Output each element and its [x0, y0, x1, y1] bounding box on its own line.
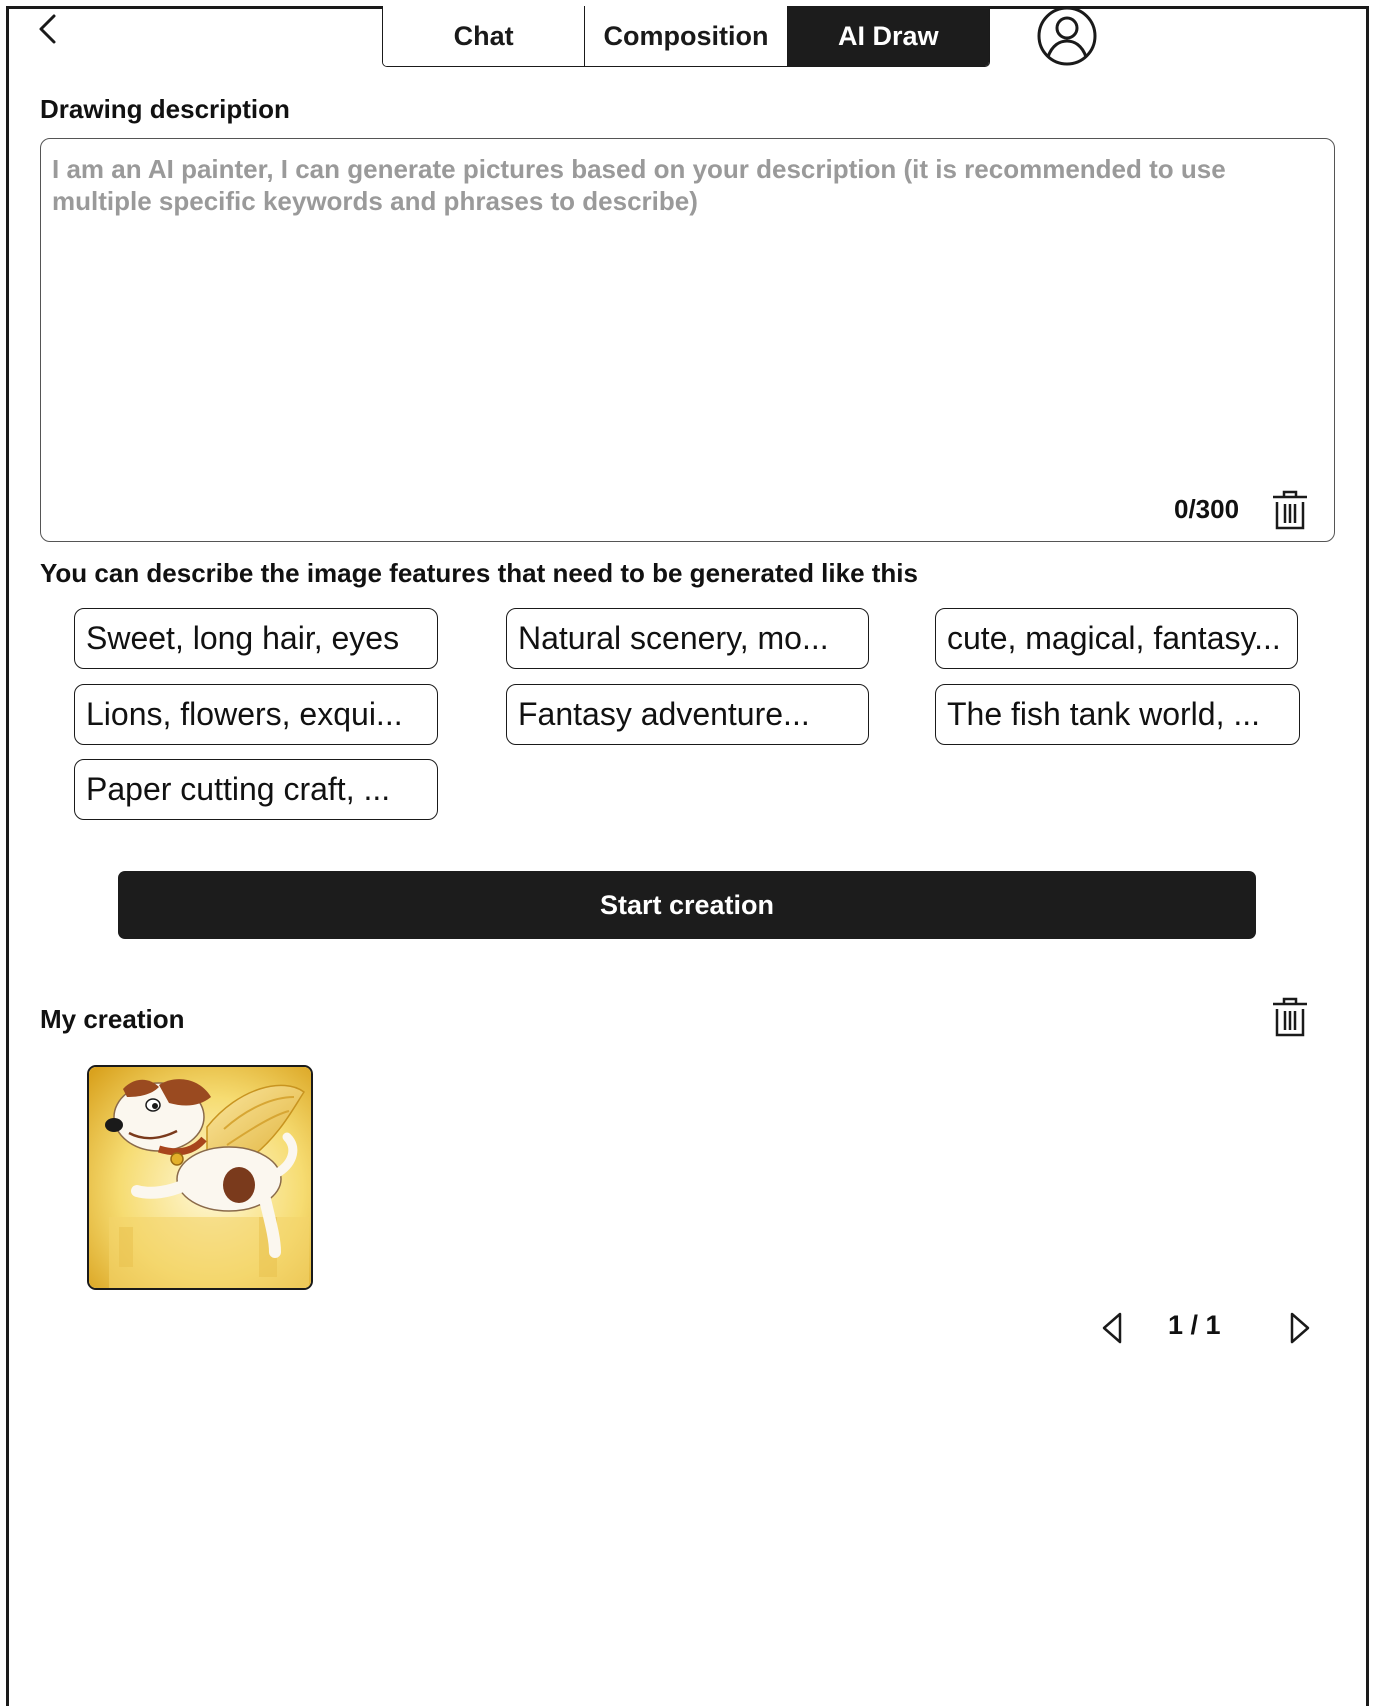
suggestion-chip[interactable]: Paper cutting craft, ...	[74, 759, 438, 820]
tab-ai-draw[interactable]: AI Draw	[786, 6, 989, 66]
user-circle-icon	[1037, 6, 1097, 66]
my-creation-label: My creation	[40, 1004, 185, 1034]
suggestion-chip[interactable]: Lions, flowers, exqui...	[74, 684, 438, 745]
delete-creations-button[interactable]	[1270, 996, 1310, 1038]
suggestion-chip[interactable]: The fish tank world, ...	[935, 684, 1300, 745]
prev-page-button[interactable]	[1098, 1310, 1128, 1346]
back-button[interactable]	[32, 10, 62, 50]
creation-thumbnail[interactable]	[87, 1065, 313, 1290]
avatar[interactable]	[1036, 6, 1098, 66]
suggestions-label: You can describe the image features that…	[40, 558, 918, 588]
suggestion-chip[interactable]: Fantasy adventure...	[506, 684, 869, 745]
suggestion-chip[interactable]: Sweet, long hair, eyes	[74, 608, 438, 669]
start-creation-button[interactable]: Start creation	[118, 871, 1256, 939]
suggestion-chip[interactable]: Natural scenery, mo...	[506, 608, 869, 669]
page-indicator: 1 / 1	[1168, 1310, 1221, 1340]
tab-composition[interactable]: Composition	[584, 6, 787, 66]
description-input[interactable]	[41, 139, 1334, 469]
triangle-left-icon	[1102, 1312, 1122, 1344]
mode-tabs: Chat Composition AI Draw	[382, 6, 990, 67]
chevron-left-icon	[39, 14, 56, 44]
char-counter: 0/300	[1174, 494, 1240, 524]
tab-chat[interactable]: Chat	[383, 6, 585, 66]
trash-icon	[1273, 997, 1307, 1037]
triangle-right-icon	[1290, 1312, 1310, 1344]
clear-description-button[interactable]	[1270, 489, 1310, 531]
trash-icon	[1273, 490, 1307, 530]
winged-dog-illustration	[89, 1067, 311, 1288]
description-label: Drawing description	[40, 94, 290, 124]
suggestion-chip[interactable]: cute, magical, fantasy...	[935, 608, 1298, 669]
description-box: 0/300	[40, 138, 1335, 542]
next-page-button[interactable]	[1284, 1310, 1314, 1346]
